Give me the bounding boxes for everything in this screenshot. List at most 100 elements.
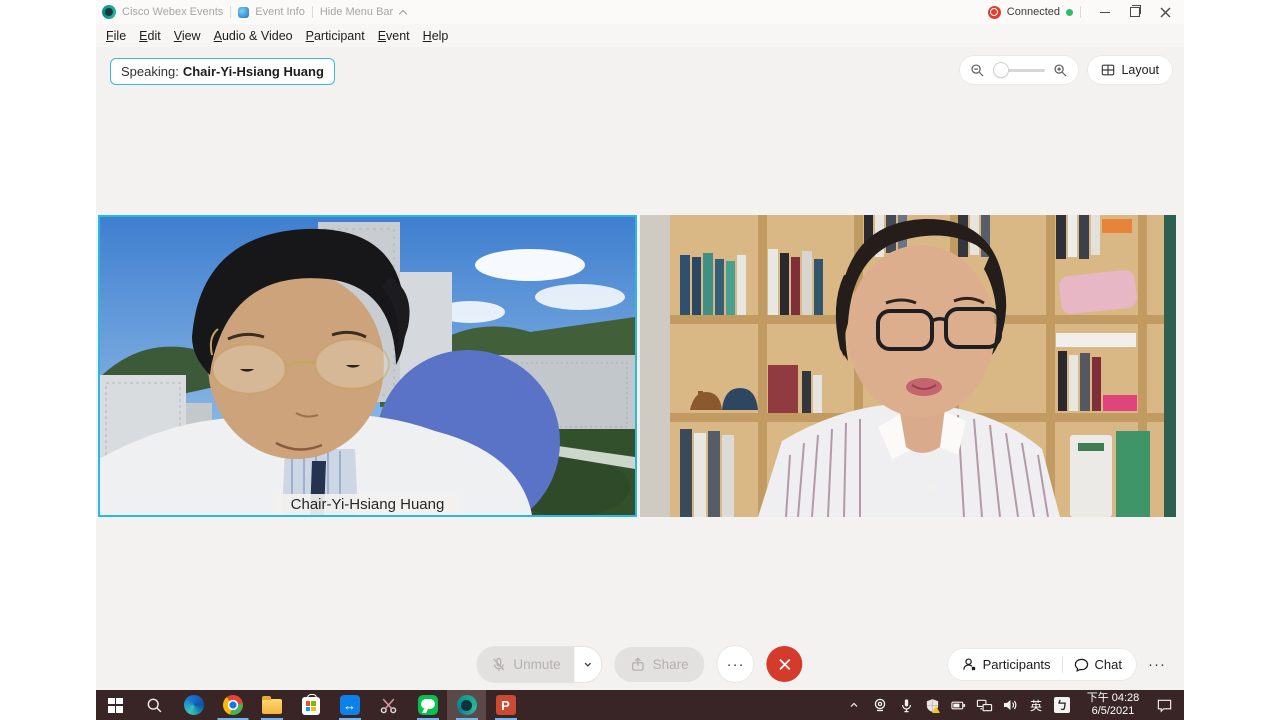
event-info-button[interactable]: Event Info: [238, 6, 305, 18]
hide-menu-bar-label: Hide Menu Bar: [320, 6, 393, 18]
ime-mode-icon: ㄅ: [1054, 697, 1070, 713]
search-icon: [146, 697, 163, 714]
ime-mode-indicator[interactable]: ㄅ: [1050, 690, 1074, 720]
connection-status[interactable]: Connected: [988, 6, 1073, 19]
zoom-slider[interactable]: [993, 69, 1045, 72]
clock-date: 6/5/2021: [1080, 705, 1146, 718]
chrome-icon: [223, 695, 243, 715]
video-feed-left-illustration: [100, 217, 635, 515]
line-app-icon: [418, 695, 438, 715]
menu-help[interactable]: Help: [423, 29, 449, 43]
taskbar-teamviewer-button[interactable]: ↔: [330, 690, 369, 720]
more-panels-button[interactable]: ···: [1144, 656, 1170, 673]
start-button[interactable]: [96, 690, 135, 720]
chat-label: Chat: [1095, 657, 1122, 672]
connected-label: Connected: [1007, 6, 1060, 18]
tray-volume-button[interactable]: [998, 690, 1022, 720]
powerpoint-icon: P: [496, 695, 516, 715]
meeting-controls: Unmute Share ···: [477, 646, 802, 682]
titlebar-separator: [230, 6, 231, 18]
chat-button[interactable]: Chat: [1074, 657, 1122, 672]
zoom-in-icon[interactable]: [1053, 63, 1068, 78]
unmute-label: Unmute: [513, 657, 560, 672]
ime-language-indicator[interactable]: 英: [1024, 690, 1048, 720]
panel-pill: Participants Chat: [948, 649, 1136, 680]
taskbar-chrome-button[interactable]: [213, 690, 252, 720]
network-ethernet-icon: [976, 697, 993, 714]
chevron-down-icon: [583, 659, 594, 670]
menu-audio-video[interactable]: Audio & Video: [214, 29, 293, 43]
zoom-slider-knob[interactable]: [994, 63, 1008, 77]
active-speaker-name-tag: Chair-Yi-Hsiang Huang: [274, 494, 462, 515]
taskbar-store-button[interactable]: [291, 690, 330, 720]
video-feed-right-illustration: [640, 215, 1176, 517]
speaker-icon: [1002, 697, 1018, 713]
taskbar-edge-button[interactable]: [174, 690, 213, 720]
hide-menu-bar-button[interactable]: Hide Menu Bar: [320, 6, 407, 18]
menu-event[interactable]: Event: [378, 29, 410, 43]
taskbar-powerpoint-button[interactable]: P: [486, 690, 525, 720]
speaking-indicator: Speaking: Chair-Yi-Hsiang Huang: [110, 58, 335, 85]
view-tools: Layout: [960, 56, 1172, 84]
leave-meeting-button[interactable]: [767, 646, 803, 682]
speaking-name: Chair-Yi-Hsiang Huang: [183, 64, 324, 79]
menu-bar: File Edit View Audio & Video Participant…: [96, 24, 1184, 47]
video-tile-participant[interactable]: [640, 215, 1176, 517]
action-center-button[interactable]: [1152, 690, 1176, 720]
mic-muted-icon: [491, 657, 506, 672]
file-explorer-icon: [262, 699, 282, 714]
zoom-control: [960, 56, 1078, 84]
edge-icon: [184, 695, 204, 715]
unmute-split-button: Unmute: [477, 647, 601, 682]
app-title: Cisco Webex Events: [122, 6, 223, 18]
snipping-tool-icon: [379, 696, 398, 715]
layout-button[interactable]: Layout: [1088, 56, 1172, 84]
battery-icon: [950, 697, 967, 714]
share-button[interactable]: Share: [615, 647, 705, 682]
event-info-label: Event Info: [255, 6, 305, 18]
close-button[interactable]: [1152, 2, 1178, 22]
taskbar-search-button[interactable]: [135, 690, 174, 720]
tray-battery-button[interactable]: [946, 690, 970, 720]
unmute-button[interactable]: Unmute: [477, 647, 574, 682]
tray-camera-button[interactable]: [868, 690, 892, 720]
tray-show-hidden-icons-button[interactable]: [842, 690, 866, 720]
menu-view[interactable]: View: [174, 29, 201, 43]
participants-button[interactable]: Participants: [962, 657, 1051, 672]
minimize-button[interactable]: [1092, 2, 1118, 22]
titlebar-separator: [312, 6, 313, 18]
system-tray: 英 ㄅ 下午 04:28 6/5/2021: [842, 690, 1184, 720]
event-info-icon: [238, 7, 249, 18]
restore-icon: [1130, 7, 1140, 17]
menu-edit[interactable]: Edit: [139, 29, 161, 43]
chevron-up-icon: [848, 699, 860, 711]
titlebar-separator: [1080, 6, 1081, 18]
chevron-up-icon: [399, 8, 407, 16]
menu-participant[interactable]: Participant: [306, 29, 365, 43]
security-warning-icon: [932, 706, 940, 713]
taskbar-file-explorer-button[interactable]: [252, 690, 291, 720]
microphone-icon: [899, 698, 914, 713]
video-tile-active-speaker[interactable]: Chair-Yi-Hsiang Huang: [98, 215, 637, 517]
menu-file[interactable]: File: [106, 29, 126, 43]
recording-icon: [988, 6, 1001, 19]
more-options-button[interactable]: ···: [718, 646, 754, 682]
tray-network-button[interactable]: [972, 690, 996, 720]
taskbar-clock[interactable]: 下午 04:28 6/5/2021: [1076, 692, 1150, 718]
taskbar-snip-button[interactable]: [369, 690, 408, 720]
minimize-icon: [1100, 12, 1110, 13]
share-icon: [631, 657, 646, 672]
tray-microphone-button[interactable]: [894, 690, 918, 720]
tray-security-button[interactable]: [920, 690, 944, 720]
audio-options-button[interactable]: [575, 647, 602, 682]
panel-controls: Participants Chat ···: [948, 649, 1170, 680]
titlebar: Cisco Webex Events Event Info Hide Menu …: [96, 0, 1184, 24]
taskbar-line-button[interactable]: [408, 690, 447, 720]
windows-taskbar: ↔ P: [96, 690, 1184, 720]
taskbar-webex-button[interactable]: [447, 690, 486, 720]
teamviewer-icon: ↔: [340, 695, 360, 715]
restore-button[interactable]: [1122, 2, 1148, 22]
share-label: Share: [653, 657, 689, 672]
zoom-out-icon[interactable]: [970, 63, 985, 78]
participants-label: Participants: [983, 657, 1051, 672]
